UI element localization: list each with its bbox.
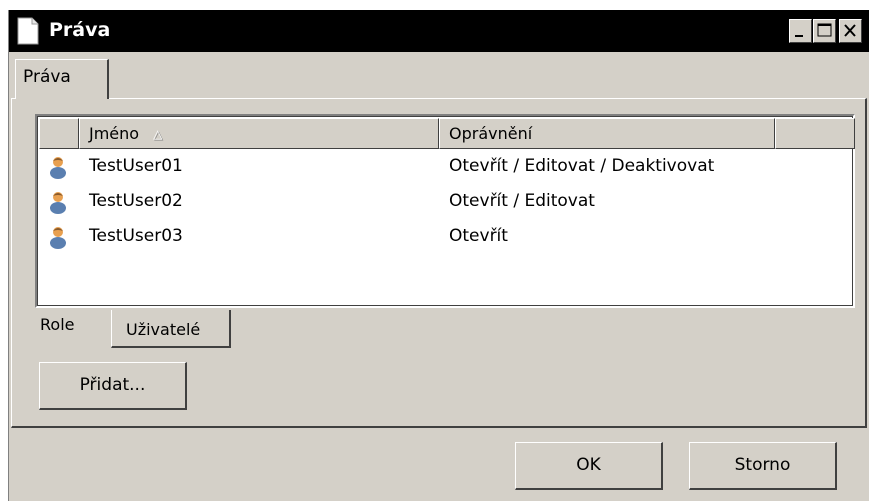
header-permissions-label: Oprávnění [449,124,533,143]
header-icon-column[interactable] [39,118,79,149]
tab-prava-label: Práva [23,67,71,87]
tab-prava[interactable]: Práva [15,59,109,99]
header-extra[interactable] [775,118,855,149]
table-row[interactable]: TestUser01 Otevřít / Editovat / Deaktivo… [39,150,851,184]
ok-button-label: OK [576,455,601,475]
table-row[interactable]: TestUser02 Otevřít / Editovat [39,185,851,219]
minimize-icon [795,35,803,37]
user-icon [50,192,66,214]
add-button[interactable]: Přidat... [39,362,187,410]
document-icon [17,17,39,45]
window-title: Práva [49,19,111,41]
user-icon [50,157,66,179]
table-row[interactable]: TestUser03 Otevřít [39,220,851,254]
user-name: TestUser02 [89,191,183,211]
permissions-window: Práva Práva Jméno △ Oprávnění TestUser01… [8,10,869,501]
header-name[interactable]: Jméno △ [79,118,439,149]
user-name: TestUser01 [89,156,183,176]
close-button[interactable] [839,19,862,43]
maximize-button[interactable] [813,19,836,43]
tab-users[interactable]: Uživatelé [111,310,231,348]
user-permissions: Otevřít [449,226,508,246]
user-permissions: Otevřít / Editovat / Deaktivovat [449,156,715,176]
tab-users-label: Uživatelé [126,320,201,339]
permissions-list[interactable]: Jméno △ Oprávnění TestUser01 Otevřít / Ed… [35,114,855,308]
ok-button[interactable]: OK [515,442,663,490]
user-icon [50,227,66,249]
cancel-button-label: Storno [734,455,791,475]
cancel-button[interactable]: Storno [689,442,837,490]
user-permissions: Otevřít / Editovat [449,191,595,211]
header-name-label: Jméno [89,124,140,143]
user-name: TestUser03 [89,226,183,246]
titlebar[interactable]: Práva [9,10,869,52]
maximize-icon [817,23,832,37]
header-permissions[interactable]: Oprávnění [439,118,775,149]
tab-role[interactable]: Role [35,310,111,348]
tab-role-label: Role [40,315,75,334]
minimize-button[interactable] [789,19,812,43]
list-header: Jméno △ Oprávnění [39,118,855,149]
sort-ascending-icon: △ [153,127,163,141]
close-icon [844,24,856,37]
add-button-label: Přidat... [79,375,146,395]
